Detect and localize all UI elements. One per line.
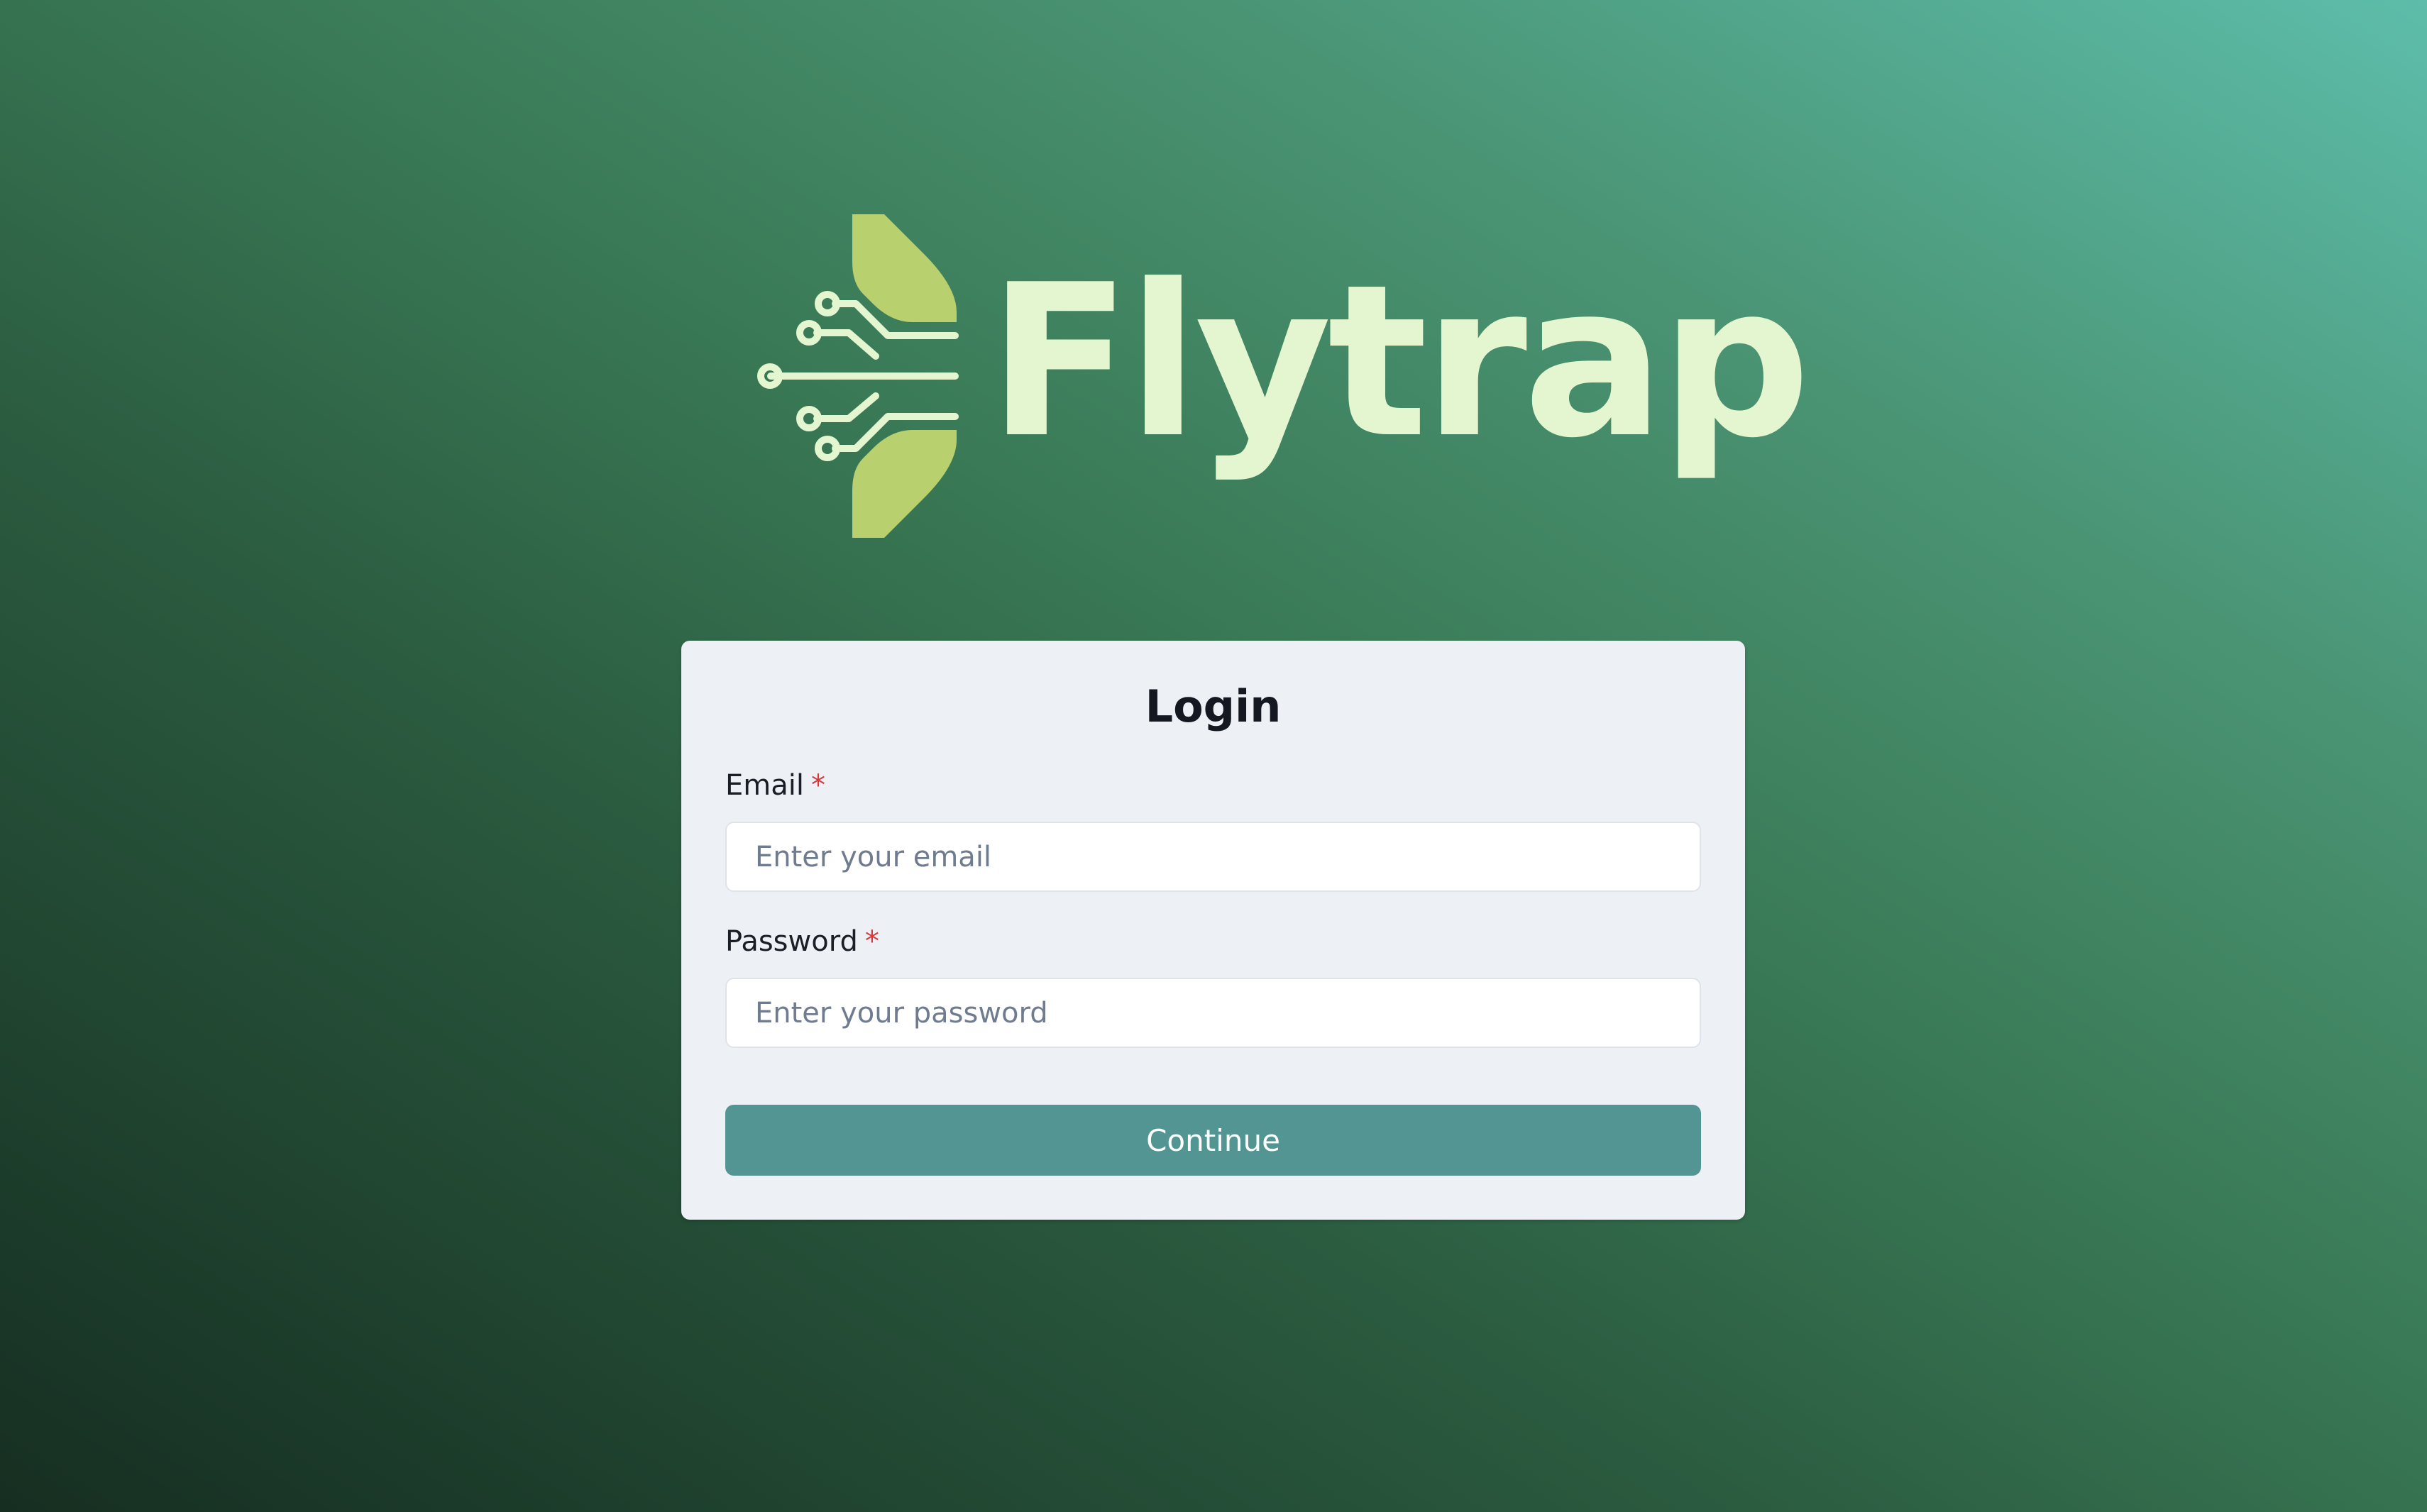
password-label: Password * [725, 925, 879, 959]
login-title: Login [1145, 680, 1282, 732]
continue-button[interactable]: Continue [725, 1105, 1701, 1176]
email-required-marker: * [810, 769, 825, 802]
password-required-marker: * [864, 925, 879, 958]
password-label-text: Password [725, 925, 858, 958]
password-input[interactable] [725, 978, 1701, 1048]
email-label-text: Email [725, 769, 804, 802]
brand-name: Flytrap [988, 239, 1811, 484]
email-label: Email * [725, 768, 825, 802]
email-input[interactable] [725, 822, 1701, 892]
login-card: Login Email* Password* Continue [681, 641, 1745, 1220]
